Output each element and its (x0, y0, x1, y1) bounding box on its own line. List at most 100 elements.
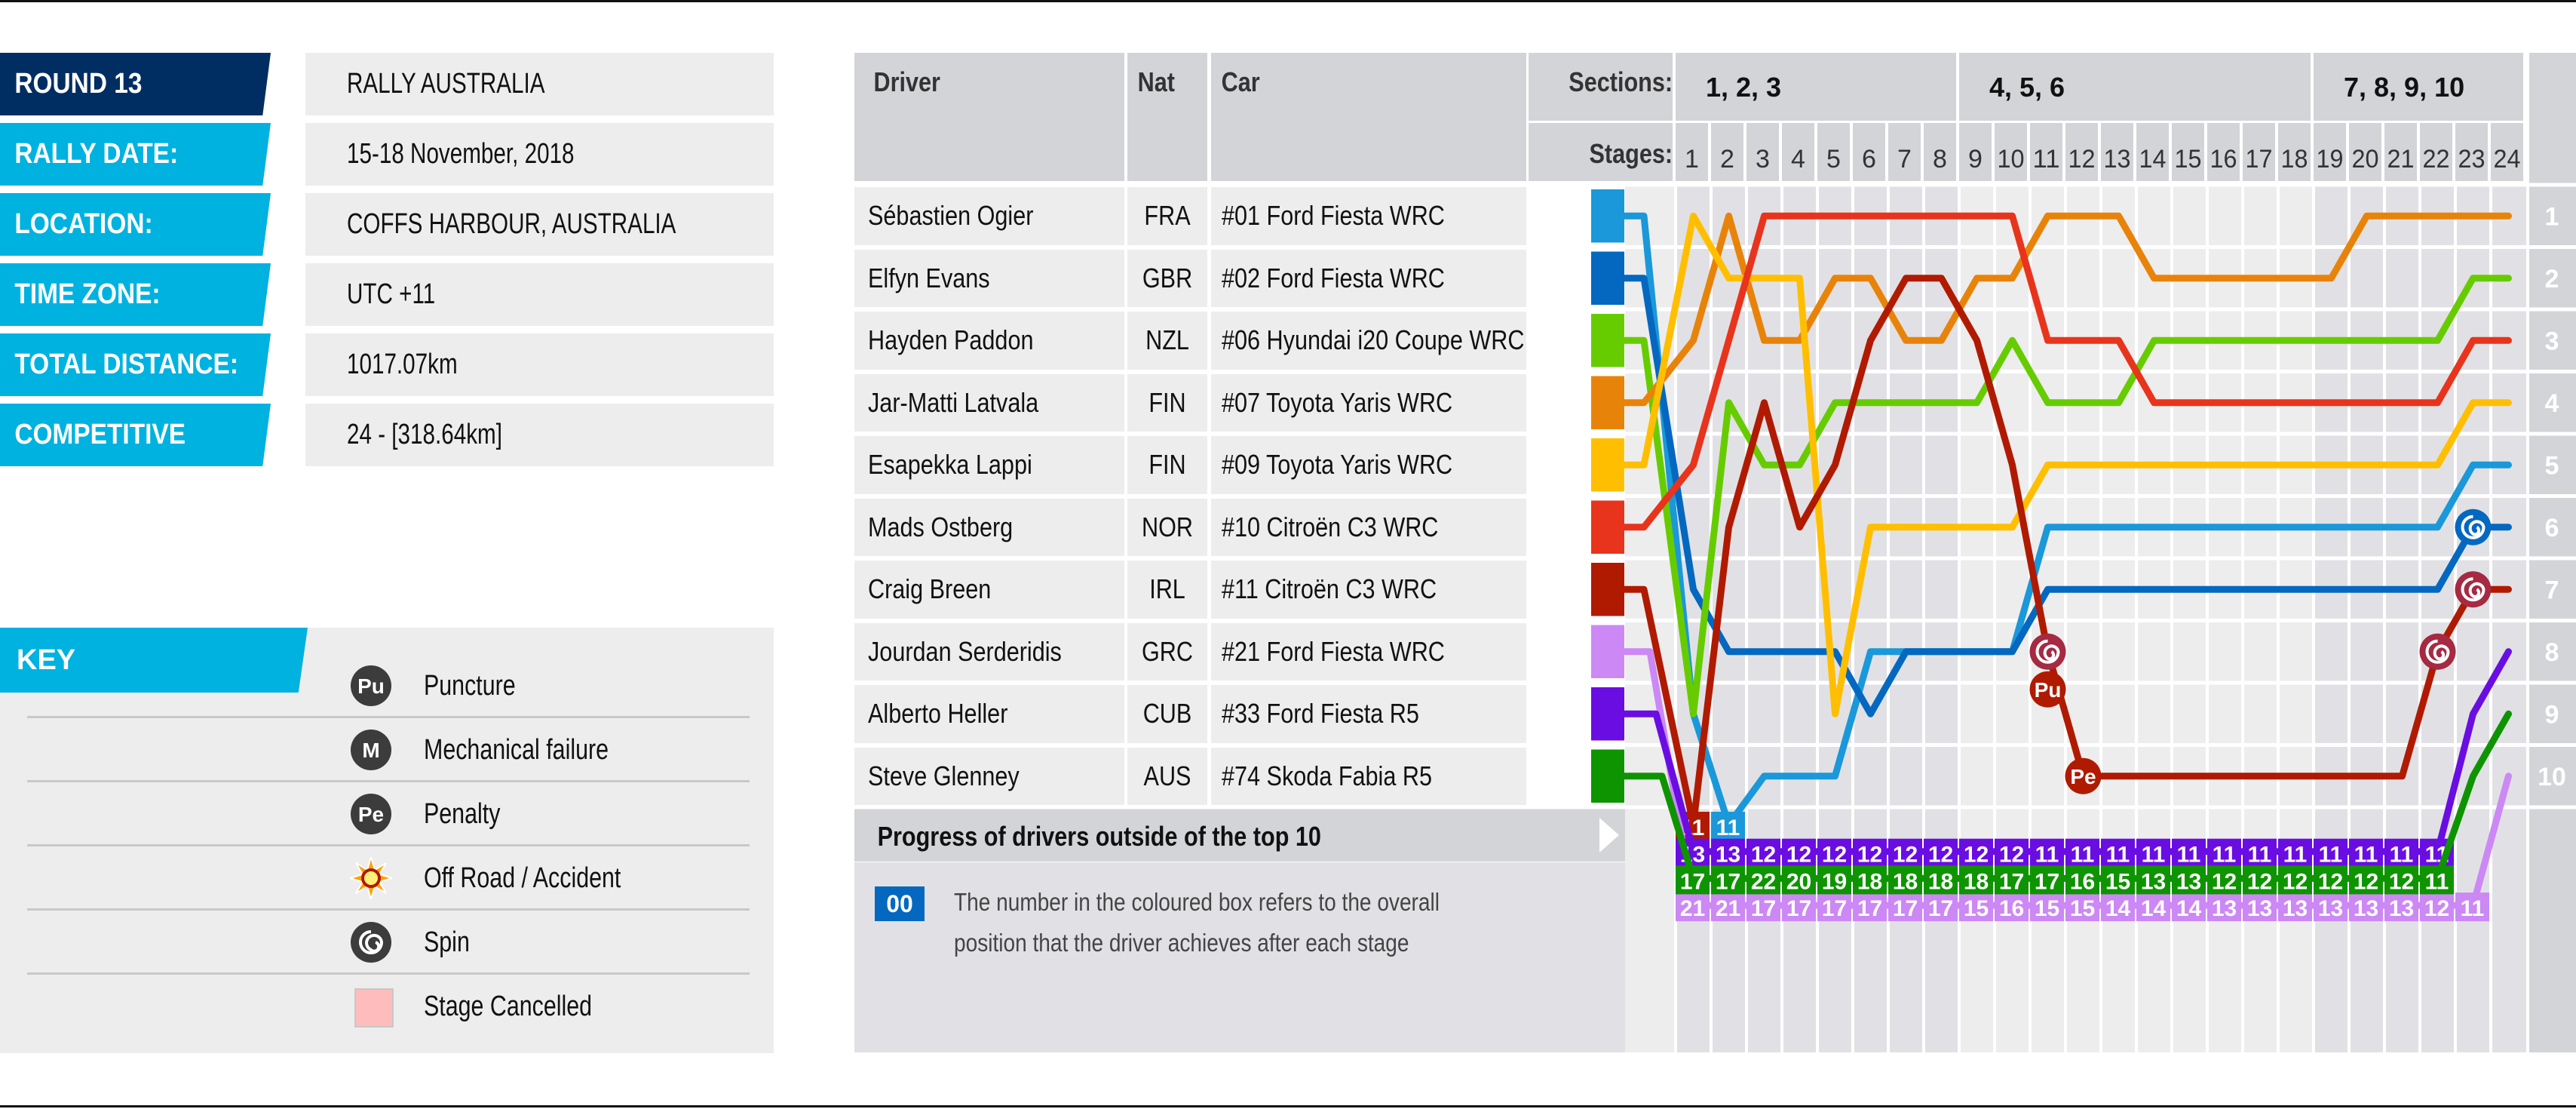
position-box-label: 11 (2461, 896, 2485, 921)
position-box-label: 22 (1751, 869, 1776, 894)
position-box-label: 12 (1893, 843, 1918, 868)
position-box-label: 11 (1716, 816, 1740, 840)
stage-tick-label: 9 (1968, 145, 1983, 174)
position-box-label: 15 (2105, 869, 2130, 894)
stage-tick-label: 24 (2494, 145, 2521, 174)
position-box-label: 14 (2176, 896, 2202, 921)
spin-marker-icon (2029, 633, 2066, 670)
position-box-label: 13 (1716, 843, 1740, 868)
position-box-label: 12 (2283, 869, 2308, 894)
position-box-label: 12 (1822, 843, 1847, 868)
position-tick-label: 1 (2545, 202, 2559, 231)
position-box-label: 16 (1999, 896, 2024, 921)
position-box-label: 11 (2283, 843, 2308, 868)
series-swatch (1591, 314, 1624, 367)
position-box-label: 18 (1928, 869, 1953, 894)
position-box-label: 11 (2354, 843, 2378, 868)
series-swatch (1591, 500, 1624, 554)
stage-tick-label: 21 (2387, 145, 2415, 174)
stage-tick-label: 13 (2104, 145, 2131, 174)
position-box-label: 13 (2176, 869, 2201, 894)
position-box-label: 12 (2247, 869, 2272, 894)
position-box-label: 18 (1857, 869, 1882, 894)
position-box-label: 17 (1751, 896, 1776, 921)
position-box-label: 11 (2035, 843, 2059, 868)
position-box-label: 12 (2389, 869, 2414, 894)
position-box-label: 17 (1716, 869, 1740, 894)
position-box-label: 17 (1680, 869, 1705, 894)
position-box-label: 13 (2141, 869, 2166, 894)
position-box-label: 21 (1680, 896, 1705, 921)
position-tick-label: 5 (2545, 451, 2559, 480)
position-chart: 1, 2, 3 4, 5, 6 7, 8, 9, 101 2 3 4 5 6 7 8 9 10 11 12… (854, 53, 2576, 1052)
position-box-label: 12 (1964, 843, 1989, 868)
position-box-label: 13 (2283, 896, 2308, 921)
position-box-label: 12 (1786, 843, 1811, 868)
position-box-label: 12 (1751, 843, 1776, 868)
position-box-label: 14 (2105, 896, 2131, 921)
position-tick-label: 3 (2545, 327, 2559, 355)
stage-tick-label: 15 (2175, 145, 2202, 174)
position-tick-label: 2 (2545, 265, 2559, 293)
position-box-label: 21 (1716, 896, 1740, 921)
stage-tick-label: 16 (2210, 145, 2237, 174)
position-box-label: 17 (1786, 896, 1811, 921)
series-swatch (1591, 251, 1624, 305)
stage-tick-label: 10 (1998, 145, 2025, 174)
position-box-label: 11 (2390, 843, 2414, 868)
series-swatch (1591, 687, 1624, 741)
position-tick-label: 7 (2545, 576, 2559, 604)
position-box-label: 17 (1928, 896, 1953, 921)
position-box-label: 20 (1786, 869, 1811, 894)
stage-tick-label: 2 (1720, 145, 1734, 174)
position-box-label: 11 (2106, 843, 2130, 868)
position-box-label: 17 (1893, 896, 1918, 921)
position-box-label: 13 (2354, 896, 2378, 921)
stage-tick-label: 20 (2352, 145, 2379, 174)
position-box-label: 18 (1964, 869, 1989, 894)
position-tick-label: 4 (2545, 389, 2559, 418)
position-box-label: 17 (1822, 896, 1847, 921)
position-box-label: 17 (1857, 896, 1882, 921)
section-label: 1, 2, 3 (1706, 72, 1781, 103)
position-tick-label: 8 (2545, 638, 2559, 667)
series-swatch (1591, 376, 1624, 429)
stage-tick-label: 7 (1897, 145, 1912, 174)
position-box-label: 15 (2035, 896, 2059, 921)
position-tick-label: 9 (2545, 700, 2559, 729)
position-box-label: 14 (2141, 896, 2167, 921)
position-box-label: 16 (2070, 869, 2095, 894)
position-box-label: 12 (2318, 869, 2343, 894)
section-label: 4, 5, 6 (1989, 72, 2065, 103)
position-box-label: 13 (2247, 896, 2272, 921)
position-box-label: 13 (2389, 896, 2414, 921)
position-box-label: 11 (2248, 843, 2272, 868)
position-box-label: 13 (2212, 896, 2237, 921)
stage-tick-label: 22 (2423, 145, 2450, 174)
position-box-label: 11 (2425, 869, 2449, 894)
series-swatch (1591, 749, 1624, 803)
series-swatch (1591, 625, 1624, 678)
position-box-label: 12 (2212, 869, 2237, 894)
spin-marker-icon (2455, 508, 2492, 545)
section-label: 7, 8, 9, 10 (2344, 72, 2464, 103)
position-box-label: 11 (2319, 843, 2343, 868)
series-swatch (1591, 563, 1624, 616)
spin-marker-icon (2419, 633, 2456, 670)
stage-tick-label: 19 (2317, 145, 2344, 174)
stage-tick-label: 5 (1826, 145, 1841, 174)
stage-tick-label: 23 (2458, 145, 2486, 174)
position-tick-label: 6 (2545, 514, 2559, 542)
position-box-label: 18 (1893, 869, 1918, 894)
position-box-label: 19 (1822, 869, 1847, 894)
position-box-label: 17 (2035, 869, 2059, 894)
stage-tick-label: 4 (1791, 145, 1805, 174)
position-box-label: 13 (2318, 896, 2343, 921)
stage-tick-label: 12 (2068, 145, 2096, 174)
position-box-label: 11 (2213, 843, 2237, 868)
stage-tick-label: 11 (2033, 145, 2060, 174)
position-box-label: 12 (1999, 843, 2024, 868)
stage-tick-label: 3 (1756, 145, 1770, 174)
position-tick-label: 10 (2538, 763, 2566, 791)
position-box-label: 15 (1964, 896, 1989, 921)
